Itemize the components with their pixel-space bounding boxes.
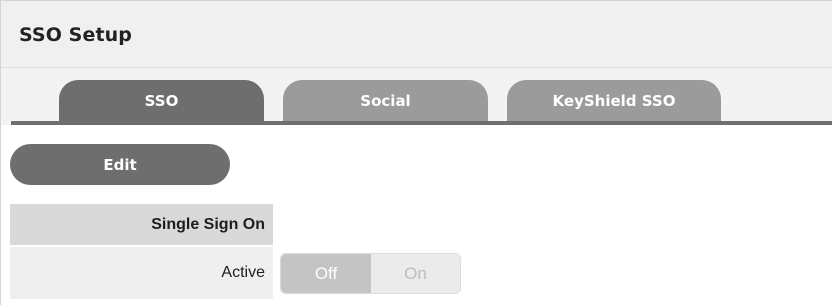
page-header: SSO Setup (1, 1, 832, 68)
tab-social[interactable]: Social (283, 80, 488, 121)
edit-button[interactable]: Edit (10, 144, 230, 185)
tab-label: Social (360, 91, 411, 110)
field-label-active: Active (10, 247, 273, 299)
page-title: SSO Setup (19, 24, 132, 46)
tab-underline-bar (11, 121, 832, 125)
section-header-single-sign-on: Single Sign On (10, 204, 273, 245)
toggle-on-option[interactable]: On (371, 254, 460, 293)
section-title: Single Sign On (151, 215, 265, 233)
tab-keyshield-sso[interactable]: KeyShield SSO (507, 80, 721, 121)
tab-label: KeyShield SSO (552, 91, 676, 110)
edit-button-label: Edit (103, 155, 137, 174)
active-toggle[interactable]: Off On (280, 253, 461, 294)
toggle-off-option[interactable]: Off (281, 254, 371, 293)
tab-label: SSO (144, 91, 179, 110)
tab-sso[interactable]: SSO (59, 80, 264, 121)
active-label: Active (221, 264, 265, 281)
